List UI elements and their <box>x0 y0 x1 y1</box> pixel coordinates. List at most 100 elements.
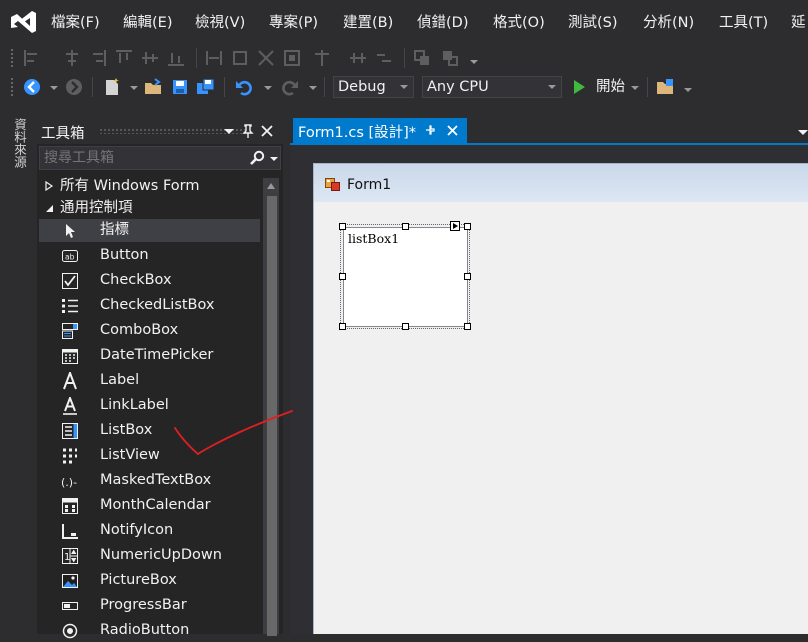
bring-to-front-icon[interactable] <box>412 48 432 68</box>
smart-tag-button[interactable] <box>450 221 460 231</box>
toolbox-item-datetimepicker[interactable]: DateTimePicker <box>39 344 260 367</box>
listbox-control[interactable]: listBox1 <box>343 227 468 327</box>
redo-icon[interactable] <box>280 77 300 97</box>
same-width-icon[interactable] <box>204 48 224 68</box>
svg-text:1: 1 <box>64 552 70 563</box>
redo-dropdown-icon[interactable] <box>309 86 317 90</box>
solution-explorer-icon[interactable] <box>655 77 675 97</box>
resize-handle-bottom-left[interactable] <box>339 323 346 330</box>
horizontal-spacing-icon[interactable] <box>312 48 332 68</box>
save-icon[interactable] <box>170 77 190 97</box>
toolbox-search <box>39 146 281 170</box>
same-size-icon[interactable] <box>282 48 302 68</box>
align-left-icon[interactable] <box>22 48 42 68</box>
tab-form1-design[interactable]: Form1.cs [設計]* <box>293 118 467 143</box>
toolbar-overflow-icon[interactable] <box>470 60 478 64</box>
menu-tools[interactable]: 工具(T) <box>719 12 768 34</box>
close-tab-icon[interactable] <box>447 125 458 136</box>
toolbox-item-label: ListBox <box>100 422 153 438</box>
toolbox-item-label: ComboBox <box>100 322 179 338</box>
new-dropdown-icon[interactable] <box>130 86 138 90</box>
svg-text:(.)-: (.)- <box>61 476 77 489</box>
pin-icon[interactable] <box>425 124 437 136</box>
visual-studio-logo-icon[interactable] <box>8 9 38 35</box>
send-to-back-icon[interactable] <box>440 48 460 68</box>
menu-debug[interactable]: 偵錯(D) <box>417 12 468 34</box>
toolbox-item-label: MonthCalendar <box>100 497 211 513</box>
scroll-up-icon[interactable] <box>266 182 276 190</box>
toolbox-item-numericupdown[interactable]: 1 NumericUpDown <box>39 544 260 567</box>
toolbox-item-progressbar[interactable]: ProgressBar <box>39 594 260 617</box>
toolbox-item-combobox[interactable]: ComboBox <box>39 319 260 342</box>
align-bottom-icon[interactable] <box>166 48 186 68</box>
toolbox-item-button[interactable]: ab Button <box>39 244 260 267</box>
start-debugging-button[interactable]: 開始 <box>570 76 642 98</box>
menu-view[interactable]: 檢視(V) <box>195 12 245 34</box>
solution-configuration-select[interactable]: Debug <box>333 76 414 98</box>
resize-handle-top-left[interactable] <box>339 223 346 230</box>
toolbar-grip[interactable] <box>10 48 14 68</box>
toolbox-search-input[interactable] <box>42 148 246 168</box>
toolbox-item-notifyicon[interactable]: NotifyIcon <box>39 519 260 542</box>
search-icon[interactable] <box>249 150 265 166</box>
open-folder-icon[interactable] <box>143 77 163 97</box>
listbox-icon <box>62 423 78 439</box>
data-sources-tab[interactable]: 資料來源 <box>8 118 27 168</box>
resize-handle-right[interactable] <box>464 273 471 280</box>
window-position-icon[interactable] <box>224 129 234 134</box>
resize-handle-bottom-right[interactable] <box>464 323 471 330</box>
new-project-icon[interactable] <box>102 77 122 97</box>
center-horizontally-icon[interactable] <box>374 48 394 68</box>
resize-handle-top-right[interactable] <box>464 223 471 230</box>
back-dropdown-icon[interactable] <box>50 86 58 90</box>
menu-extensions[interactable]: 延 <box>791 12 806 34</box>
toolbox-item-checkbox[interactable]: CheckBox <box>39 269 260 292</box>
side-tab-strip <box>0 102 30 634</box>
menu-format[interactable]: 格式(O) <box>493 12 545 34</box>
listview-icon <box>63 448 77 464</box>
size-to-grid-icon[interactable] <box>256 48 276 68</box>
checked-list-icon <box>62 299 78 313</box>
undo-icon[interactable] <box>234 77 254 97</box>
align-center-icon[interactable] <box>62 48 82 68</box>
link-label-icon <box>63 397 77 415</box>
resize-handle-top[interactable] <box>402 223 409 230</box>
start-dropdown-icon <box>631 86 639 90</box>
solution-platform-select[interactable]: Any CPU <box>422 76 562 98</box>
toolbox-item-radiobutton[interactable]: RadioButton <box>39 619 260 642</box>
navigate-forward-icon[interactable] <box>64 77 84 97</box>
toolbox-item-label[interactable]: Label <box>39 369 260 392</box>
undo-dropdown-icon[interactable] <box>264 86 272 90</box>
same-height-icon[interactable] <box>230 48 250 68</box>
toolbox-item-checkedlistbox[interactable]: CheckedListBox <box>39 294 260 317</box>
form-title: Form1 <box>347 177 392 193</box>
form-titlebar[interactable]: Form1 <box>314 164 808 202</box>
align-middle-icon[interactable] <box>140 48 160 68</box>
resize-handle-left[interactable] <box>339 273 346 280</box>
save-all-icon[interactable] <box>196 77 216 97</box>
navigate-back-icon[interactable] <box>22 77 42 97</box>
vertical-spacing-icon[interactable] <box>348 48 368 68</box>
align-right-icon[interactable] <box>88 48 108 68</box>
toolbox-item-label: Label <box>100 372 140 388</box>
progressbar-icon <box>62 602 78 610</box>
toolbox-item-picturebox[interactable]: PictureBox <box>39 569 260 592</box>
tab-list-icon[interactable] <box>798 130 808 135</box>
toolbox-item-maskedtextbox[interactable]: (.)- MaskedTextBox <box>39 469 260 492</box>
resize-handle-bottom[interactable] <box>402 323 409 330</box>
menu-analyze[interactable]: 分析(N) <box>643 12 694 34</box>
menu-edit[interactable]: 編輯(E) <box>123 12 172 34</box>
search-options-icon[interactable] <box>270 157 278 161</box>
toolbox-item-pointer[interactable]: 指標 <box>39 219 260 242</box>
toolbar-overflow-icon[interactable] <box>684 88 692 92</box>
pin-icon[interactable] <box>241 124 255 138</box>
menu-build[interactable]: 建置(B) <box>343 12 393 34</box>
close-icon[interactable] <box>261 125 273 137</box>
toolbar-grip[interactable] <box>10 77 14 97</box>
menu-file[interactable]: 檔案(F) <box>51 12 100 34</box>
menu-test[interactable]: 測試(S) <box>568 12 618 34</box>
align-top-icon[interactable] <box>114 48 134 68</box>
menu-project[interactable]: 專案(P) <box>269 12 318 34</box>
toolbox-item-monthcalendar[interactable]: MonthCalendar <box>39 494 260 517</box>
listbox-item-text: listBox1 <box>348 231 400 246</box>
